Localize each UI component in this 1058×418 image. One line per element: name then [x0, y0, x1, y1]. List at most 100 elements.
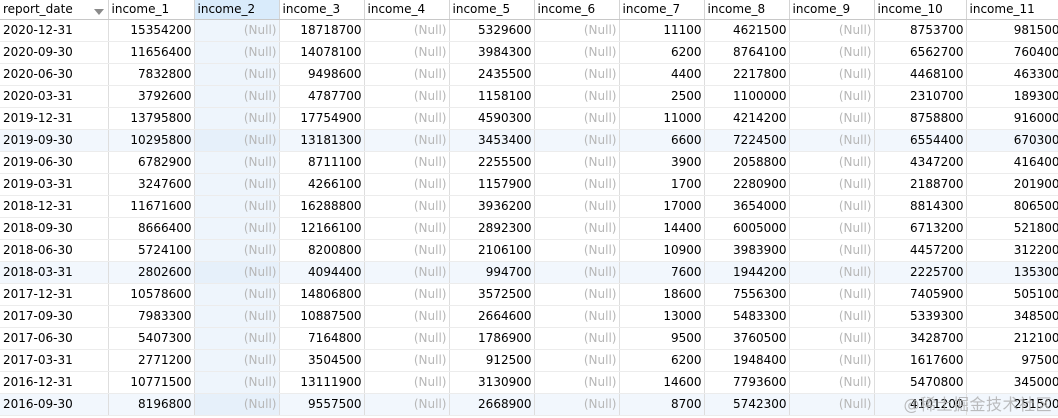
- cell-income-11[interactable]: 189300: [966, 85, 1058, 108]
- cell-income-5[interactable]: 4590300: [449, 107, 535, 130]
- table-row[interactable]: 2017-06-30 5407300 (Null) 7164800 (Null) 1786…: [0, 327, 1058, 350]
- cell-income-6[interactable]: (Null): [534, 19, 620, 42]
- cell-income-10[interactable]: 4347200: [874, 151, 967, 174]
- cell-income-9[interactable]: (Null): [789, 239, 875, 262]
- column-header-income-9[interactable]: income_9: [789, 0, 875, 20]
- cell-income-11[interactable]: 916000: [966, 107, 1058, 130]
- cell-income-1[interactable]: 8196800: [108, 393, 195, 416]
- cell-income-6[interactable]: (Null): [534, 349, 620, 372]
- cell-income-8[interactable]: 1948400: [704, 349, 790, 372]
- cell-income-3[interactable]: 14806800: [279, 283, 365, 306]
- table-row[interactable]: 2018-09-30 8666400 (Null) 12166100 (Null) 289…: [0, 217, 1058, 240]
- cell-income-10[interactable]: 7405900: [874, 283, 967, 306]
- cell-income-8[interactable]: 4214200: [704, 107, 790, 130]
- cell-income-4[interactable]: (Null): [364, 107, 450, 130]
- cell-income-5[interactable]: 1158100: [449, 85, 535, 108]
- cell-income-1[interactable]: 10578600: [108, 283, 195, 306]
- cell-income-2[interactable]: (Null): [194, 217, 280, 240]
- cell-income-10[interactable]: 6713200: [874, 217, 967, 240]
- cell-income-2[interactable]: (Null): [194, 349, 280, 372]
- cell-income-6[interactable]: (Null): [534, 305, 620, 328]
- cell-income-4[interactable]: (Null): [364, 261, 450, 284]
- cell-income-10[interactable]: 6554400: [874, 129, 967, 152]
- cell-income-11[interactable]: 97500: [966, 349, 1058, 372]
- cell-income-9[interactable]: (Null): [789, 63, 875, 86]
- table-row[interactable]: 2019-03-31 3247600 (Null) 4266100 (Null) 1157…: [0, 173, 1058, 196]
- cell-income-8[interactable]: 5483300: [704, 305, 790, 328]
- column-header-income-1[interactable]: income_1: [108, 0, 195, 20]
- cell-income-3[interactable]: 14078100: [279, 41, 365, 64]
- cell-income-2[interactable]: (Null): [194, 85, 280, 108]
- cell-income-1[interactable]: 7832800: [108, 63, 195, 86]
- cell-income-5[interactable]: 994700: [449, 261, 535, 284]
- cell-report-date[interactable]: 2018-03-31: [0, 261, 109, 284]
- column-header-income-11[interactable]: income_11: [966, 0, 1058, 20]
- cell-income-9[interactable]: (Null): [789, 261, 875, 284]
- cell-income-5[interactable]: 3984300: [449, 41, 535, 64]
- table-row[interactable]: 2018-03-31 2802600 (Null) 4094400 (Null) 9947…: [0, 261, 1058, 284]
- cell-income-9[interactable]: (Null): [789, 41, 875, 64]
- cell-income-5[interactable]: 3572500: [449, 283, 535, 306]
- cell-income-9[interactable]: (Null): [789, 107, 875, 130]
- cell-income-3[interactable]: 13111900: [279, 371, 365, 394]
- cell-income-6[interactable]: (Null): [534, 151, 620, 174]
- cell-income-11[interactable]: 670300: [966, 129, 1058, 152]
- cell-income-8[interactable]: 3760500: [704, 327, 790, 350]
- cell-income-2[interactable]: (Null): [194, 261, 280, 284]
- cell-income-2[interactable]: (Null): [194, 107, 280, 130]
- cell-income-11[interactable]: 981500: [966, 19, 1058, 42]
- cell-income-5[interactable]: 2664600: [449, 305, 535, 328]
- cell-income-2[interactable]: (Null): [194, 41, 280, 64]
- cell-income-7[interactable]: 2500: [619, 85, 705, 108]
- cell-income-7[interactable]: 14600: [619, 371, 705, 394]
- cell-report-date[interactable]: 2016-12-31: [0, 371, 109, 394]
- cell-income-3[interactable]: 18718700: [279, 19, 365, 42]
- cell-income-7[interactable]: 3900: [619, 151, 705, 174]
- cell-income-10[interactable]: 8753700: [874, 19, 967, 42]
- column-header-income-4[interactable]: income_4: [364, 0, 450, 20]
- cell-income-7[interactable]: 14400: [619, 217, 705, 240]
- cell-report-date[interactable]: 2017-03-31: [0, 349, 109, 372]
- table-row[interactable]: 2019-09-30 10295800 (Null) 13181300 (Null) 34…: [0, 129, 1058, 152]
- cell-income-8[interactable]: 4621500: [704, 19, 790, 42]
- cell-income-3[interactable]: 10887500: [279, 305, 365, 328]
- cell-income-9[interactable]: (Null): [789, 393, 875, 416]
- cell-income-8[interactable]: 1100000: [704, 85, 790, 108]
- cell-income-10[interactable]: 1617600: [874, 349, 967, 372]
- cell-income-7[interactable]: 18600: [619, 283, 705, 306]
- cell-income-3[interactable]: 17754900: [279, 107, 365, 130]
- cell-income-7[interactable]: 11000: [619, 107, 705, 130]
- cell-income-8[interactable]: 7556300: [704, 283, 790, 306]
- cell-income-10[interactable]: 4468100: [874, 63, 967, 86]
- cell-income-5[interactable]: 2255500: [449, 151, 535, 174]
- cell-report-date[interactable]: 2018-06-30: [0, 239, 109, 262]
- table-row[interactable]: 2019-06-30 6782900 (Null) 8711100 (Null) 2255…: [0, 151, 1058, 174]
- cell-income-4[interactable]: (Null): [364, 41, 450, 64]
- cell-income-6[interactable]: (Null): [534, 129, 620, 152]
- cell-report-date[interactable]: 2019-03-31: [0, 173, 109, 196]
- cell-income-7[interactable]: 17000: [619, 195, 705, 218]
- cell-income-7[interactable]: 8700: [619, 393, 705, 416]
- cell-report-date[interactable]: 2019-09-30: [0, 129, 109, 152]
- cell-income-9[interactable]: (Null): [789, 349, 875, 372]
- cell-income-6[interactable]: (Null): [534, 85, 620, 108]
- cell-income-11[interactable]: 416400: [966, 151, 1058, 174]
- cell-income-7[interactable]: 10900: [619, 239, 705, 262]
- cell-income-7[interactable]: 6200: [619, 41, 705, 64]
- cell-income-5[interactable]: 1786900: [449, 327, 535, 350]
- cell-income-4[interactable]: (Null): [364, 151, 450, 174]
- cell-income-1[interactable]: 10295800: [108, 129, 195, 152]
- cell-income-8[interactable]: 8764100: [704, 41, 790, 64]
- cell-income-7[interactable]: 11100: [619, 19, 705, 42]
- cell-income-8[interactable]: 5742300: [704, 393, 790, 416]
- cell-income-10[interactable]: 2225700: [874, 261, 967, 284]
- cell-income-9[interactable]: (Null): [789, 85, 875, 108]
- cell-income-2[interactable]: (Null): [194, 393, 280, 416]
- cell-income-9[interactable]: (Null): [789, 173, 875, 196]
- cell-income-11[interactable]: 348500: [966, 305, 1058, 328]
- cell-income-3[interactable]: 8711100: [279, 151, 365, 174]
- cell-income-2[interactable]: (Null): [194, 371, 280, 394]
- cell-income-4[interactable]: (Null): [364, 129, 450, 152]
- cell-income-7[interactable]: 6600: [619, 129, 705, 152]
- cell-income-5[interactable]: 2668900: [449, 393, 535, 416]
